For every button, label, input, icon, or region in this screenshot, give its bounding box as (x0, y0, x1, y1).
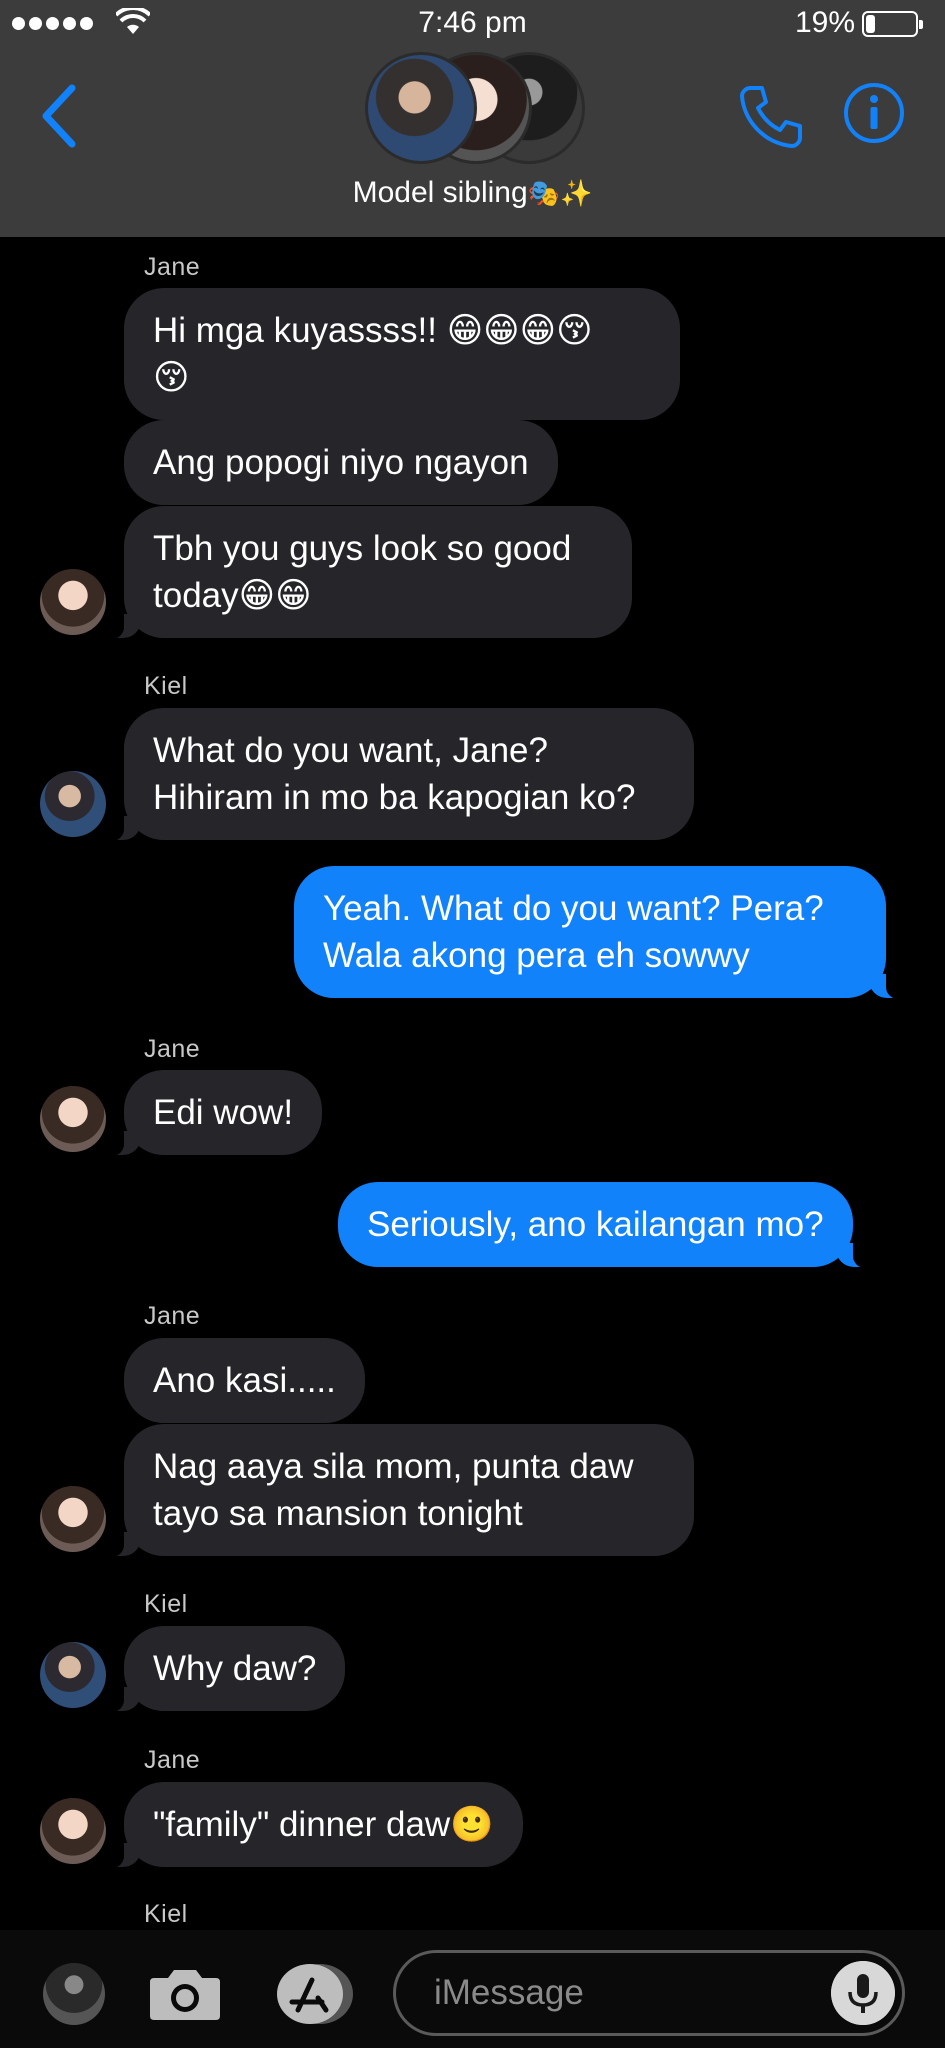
info-icon[interactable] (843, 82, 905, 144)
message-bubble[interactable]: Why daw? (103, 1626, 346, 1712)
message-input-placeholder: iMessage (434, 1973, 584, 2012)
message-line: 😚 (153, 358, 190, 397)
message-line: tayo sa mansion tonight (153, 1494, 523, 1533)
avatar[interactable] (43, 1963, 105, 2025)
message-line: Tbh you guys look so good (153, 529, 572, 568)
group-name[interactable]: Model sibling🎭✨ (0, 176, 945, 210)
message-input[interactable]: iMessage (393, 1950, 905, 2036)
battery-percent: 19% (795, 6, 856, 39)
group-title-text: Model sibling (352, 176, 528, 209)
battery-icon (862, 11, 923, 37)
message-line: Ano kasi..... (153, 1361, 336, 1400)
camera-icon[interactable] (148, 1966, 222, 2022)
message-line: Wala akong pera eh sowwy (323, 936, 750, 975)
message-bubble[interactable]: Seriously, ano kailangan mo? (338, 1182, 873, 1268)
message-bubble[interactable]: What do you want, Jane? Hihiram in mo ba… (104, 708, 694, 841)
message-bubble[interactable]: Ano kasi..... (124, 1338, 365, 1423)
avatar[interactable] (40, 569, 106, 635)
message-line: Yeah. What do you want? Pera? (323, 889, 824, 928)
microphone-icon[interactable] (831, 1961, 895, 2025)
avatar[interactable] (40, 1086, 106, 1152)
sender-name: Kiel (144, 1900, 188, 1928)
message-line: Edi wow! (153, 1093, 294, 1132)
avatar[interactable] (40, 1642, 106, 1708)
message-line: Ang popogi niyo ngayon (153, 443, 529, 482)
sender-name: Kiel (144, 672, 188, 700)
sender-name: Jane (144, 1302, 201, 1330)
message-line: "family" dinner daw🙂 (153, 1805, 494, 1844)
message-line: Nag aaya sila mom, punta daw (153, 1447, 634, 1486)
message-bubble[interactable]: Tbh you guys look so good today😁😁 (104, 506, 632, 639)
message-line: Seriously, ano kailangan mo? (367, 1205, 824, 1244)
conversation-header: Model sibling🎭✨ (0, 46, 945, 237)
message-bubble[interactable]: "family" dinner daw🙂 (104, 1782, 523, 1868)
avatar[interactable] (40, 771, 106, 837)
chevron-left-icon[interactable] (34, 78, 84, 154)
message-bubble[interactable]: Yeah. What do you want? Pera? Wala akong… (294, 866, 906, 999)
message-line: Why daw? (153, 1649, 317, 1688)
message-line: today😁😁 (153, 576, 312, 615)
phone-icon[interactable] (736, 80, 808, 152)
sender-name: Jane (144, 253, 201, 281)
message-bubble[interactable]: Hi mga kuyassss!! 😁😁😁😚 😚 (124, 288, 680, 420)
message-line: Hi mga kuyassss!! 😁😁😁😚 (153, 311, 593, 350)
avatar[interactable] (40, 1798, 106, 1864)
sender-name: Jane (144, 1035, 201, 1063)
app-store-icon[interactable] (270, 1962, 356, 2026)
status-bar: 7:46 pm 19% (0, 0, 945, 46)
sender-name: Jane (144, 1746, 201, 1774)
message-line: What do you want, Jane? (153, 731, 548, 770)
avatar (365, 52, 477, 164)
message-bubble[interactable]: Edi wow! (103, 1070, 323, 1156)
avatar[interactable] (40, 1486, 106, 1552)
group-title-emoji: 🎭✨ (527, 178, 593, 208)
message-bubble[interactable]: Ang popogi niyo ngayon (124, 420, 558, 505)
compose-bar: iMessage (0, 1930, 945, 2048)
message-bubble[interactable]: Nag aaya sila mom, punta daw tayo sa man… (104, 1424, 694, 1557)
message-line: Hihiram in mo ba kapogian ko? (153, 778, 636, 817)
battery-level-fill (866, 15, 875, 33)
sender-name: Kiel (144, 1590, 188, 1618)
group-avatars[interactable] (365, 52, 585, 164)
